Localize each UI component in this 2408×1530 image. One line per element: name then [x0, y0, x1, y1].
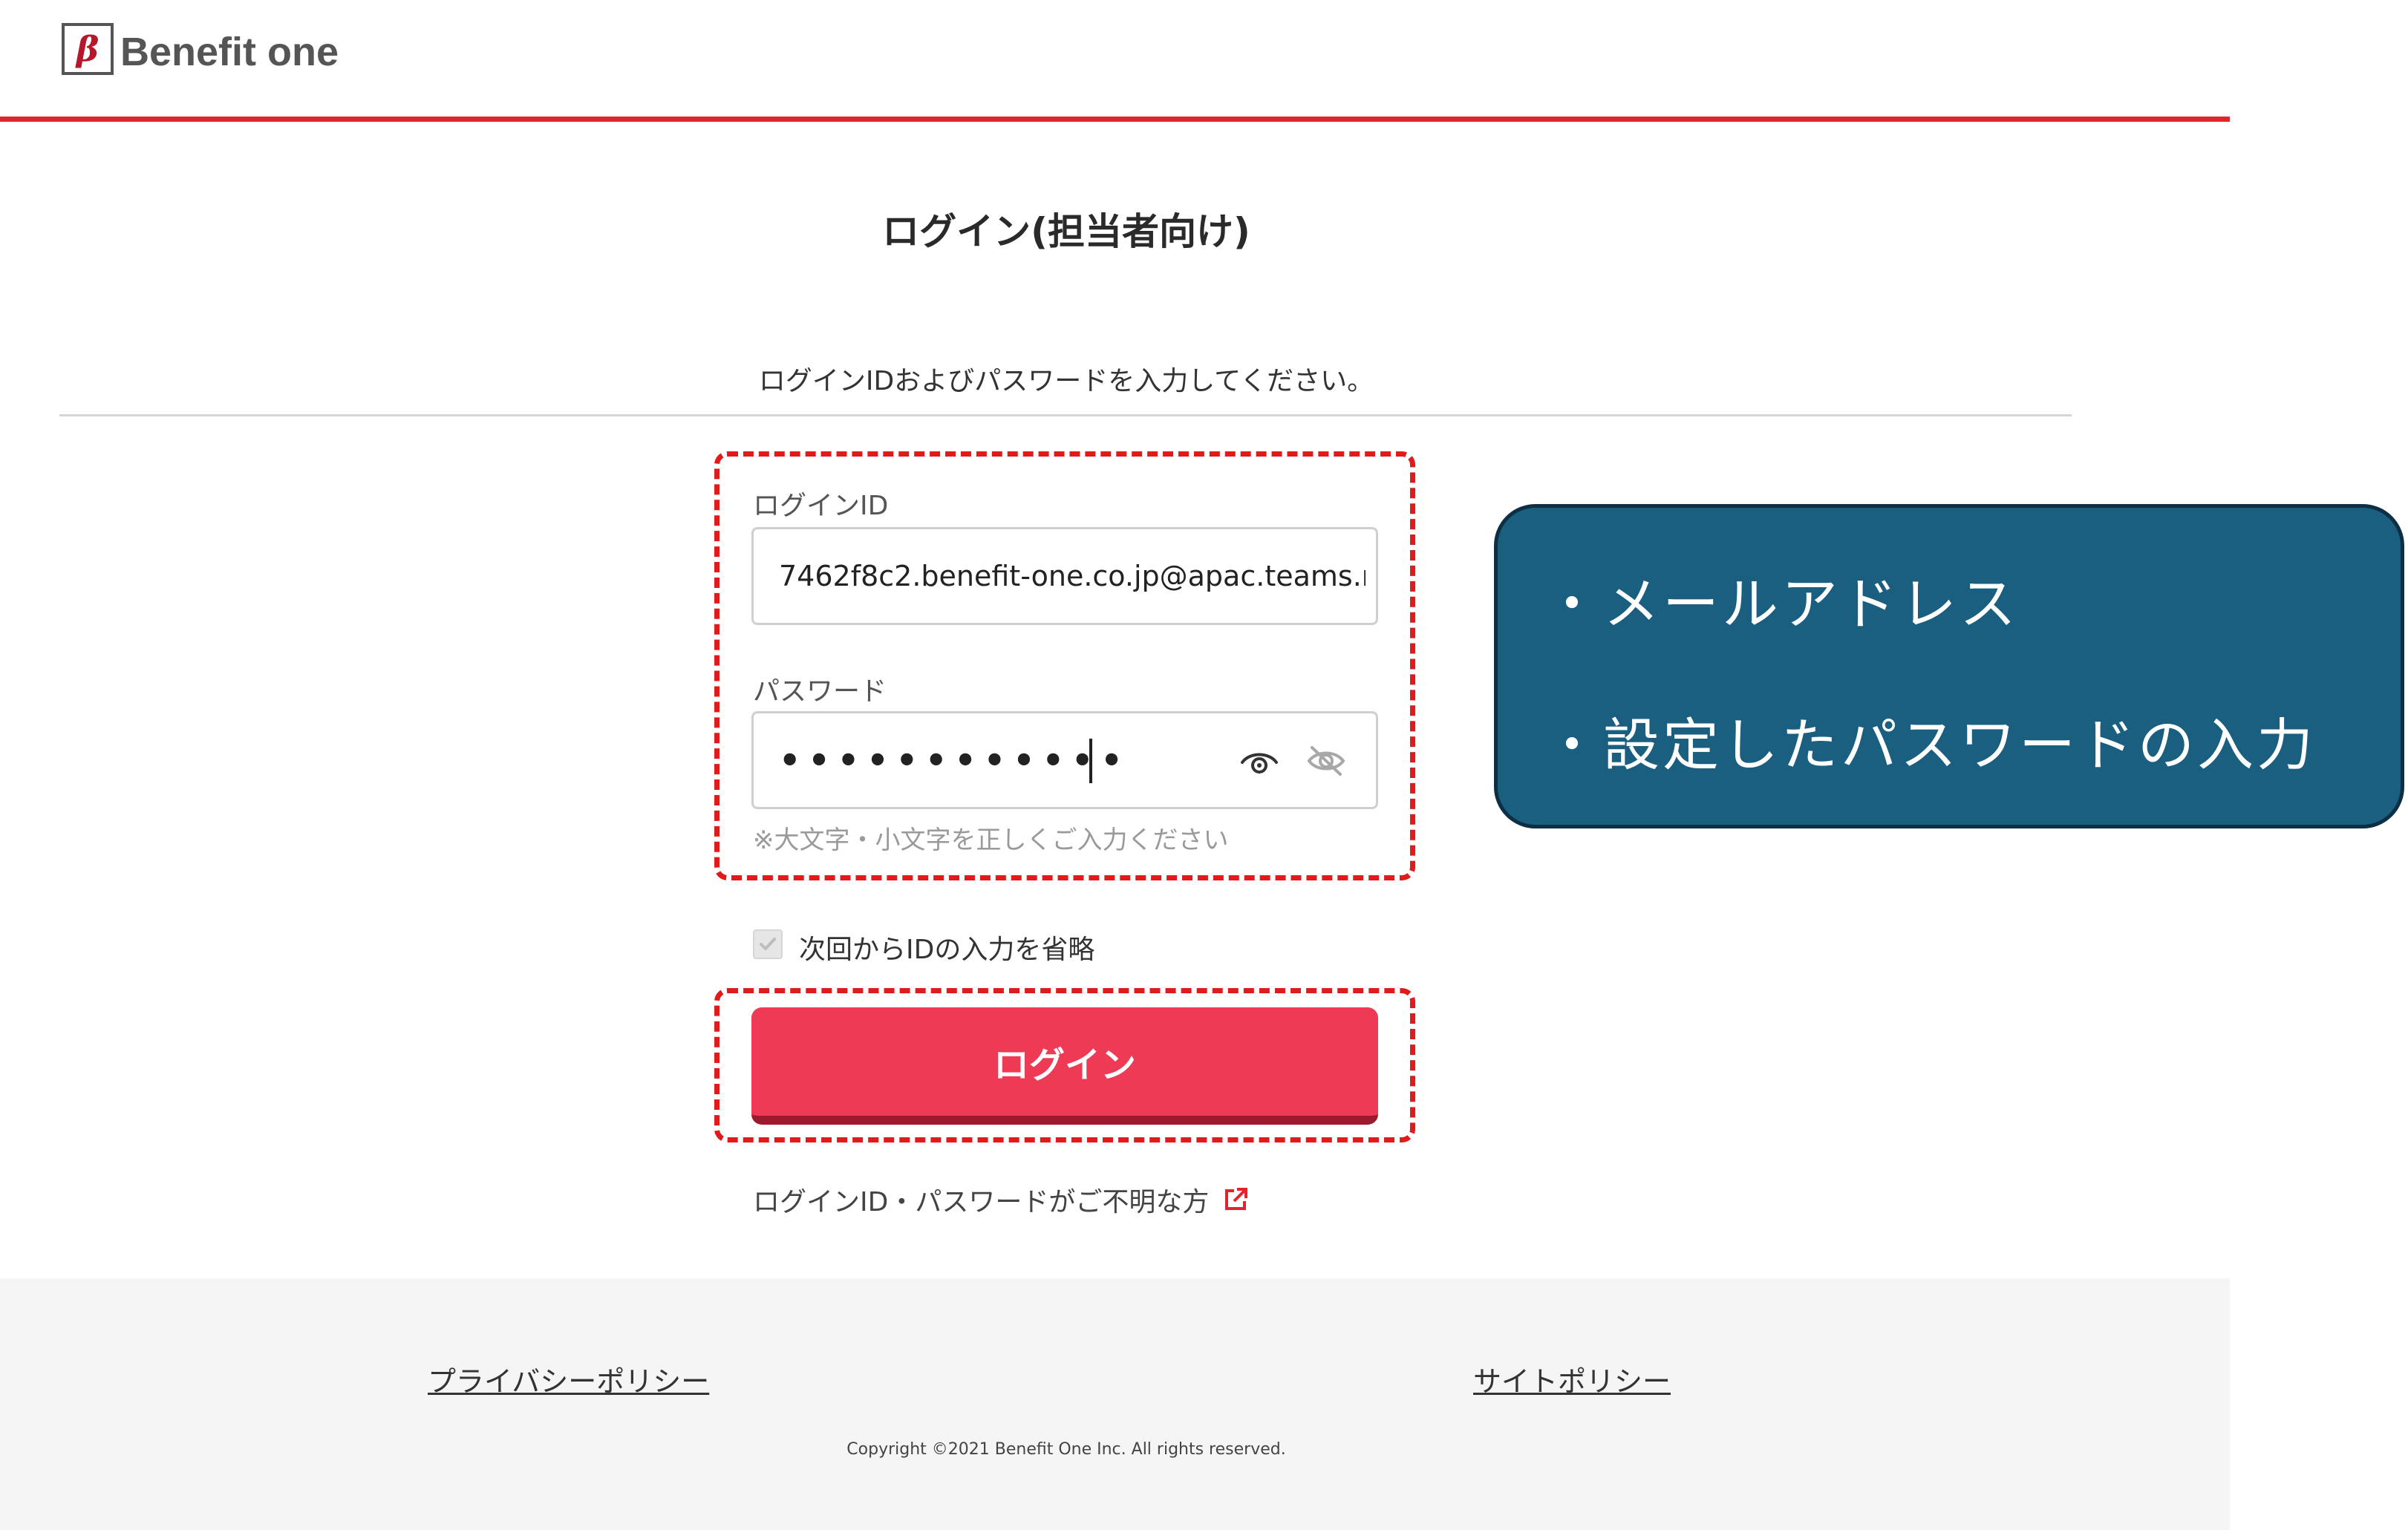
footer	[0, 1278, 2230, 1530]
remember-id-checkbox[interactable]	[753, 929, 783, 959]
checkmark-icon	[760, 938, 776, 950]
external-link-icon	[1225, 1188, 1248, 1210]
logo-text: Benefit one	[120, 30, 339, 74]
callout-line-email: ・メールアドレス	[1544, 571, 2019, 637]
login-button[interactable]: ログイン	[751, 1007, 1378, 1125]
section-divider	[59, 414, 2072, 416]
annotation-credentials-box	[714, 451, 1415, 880]
copyright-text: Copyright ©2021 Benefit One Inc. All rig…	[846, 1440, 1286, 1459]
privacy-policy-link[interactable]: プライバシーポリシー	[428, 1359, 709, 1399]
forgot-credentials-label: ログインID・パスワードがご不明な方	[753, 1187, 1210, 1217]
site-policy-link[interactable]: サイトポリシー	[1473, 1359, 1671, 1399]
instruction-text: ログインIDおよびパスワードを入力してください。	[758, 366, 1374, 396]
remember-id-label: 次回からIDの入力を省略	[799, 935, 1095, 965]
logo-mark: β	[62, 23, 114, 75]
annotation-callout: ・メールアドレス ・設定したパスワードの入力	[1494, 504, 2404, 828]
header-divider	[0, 117, 2230, 122]
forgot-credentials-link[interactable]: ログインID・パスワードがご不明な方	[753, 1180, 1249, 1219]
page-title: ログイン(担当者向け)	[882, 210, 1250, 253]
callout-line-password: ・設定したパスワードの入力	[1544, 712, 2316, 778]
